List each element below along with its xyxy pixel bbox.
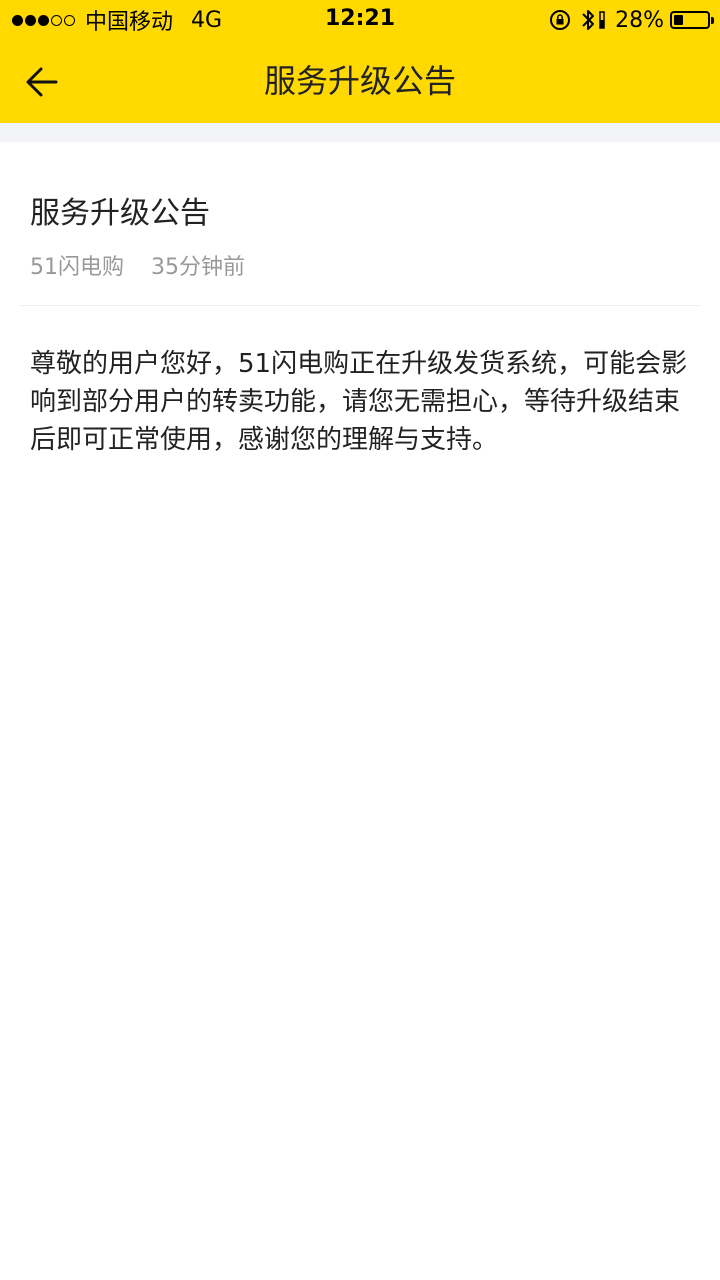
- article-title: 服务升级公告: [30, 196, 210, 231]
- article-meta: 51闪电购 35分钟前: [30, 252, 265, 284]
- article-source: 51闪电购: [30, 255, 124, 280]
- orientation-lock-icon: [549, 9, 571, 31]
- battery-percent: 28%: [615, 7, 664, 33]
- battery-icon: [670, 11, 714, 29]
- section-separator: [0, 123, 720, 142]
- divider: [20, 305, 700, 306]
- page-title: 服务升级公告: [263, 62, 456, 100]
- status-bar: 中国移动 4G 12:21 28%: [0, 0, 720, 40]
- battery-level: [674, 15, 683, 25]
- article-time: 35分钟前: [151, 255, 245, 280]
- charging-indicator-icon: [599, 11, 605, 29]
- article-body: 尊敬的用户您好，51闪电购正在升级发货系统，可能会影响到部分用户的转卖功能，请您…: [30, 349, 688, 455]
- status-right: 28%: [539, 6, 714, 34]
- screen: 中国移动 4G 12:21 28% 服务升级公告 服务升级公告 51闪电购 35…: [0, 0, 720, 1280]
- bluetooth-icon: [581, 8, 595, 32]
- navigation-bar: 服务升级公告: [0, 40, 720, 123]
